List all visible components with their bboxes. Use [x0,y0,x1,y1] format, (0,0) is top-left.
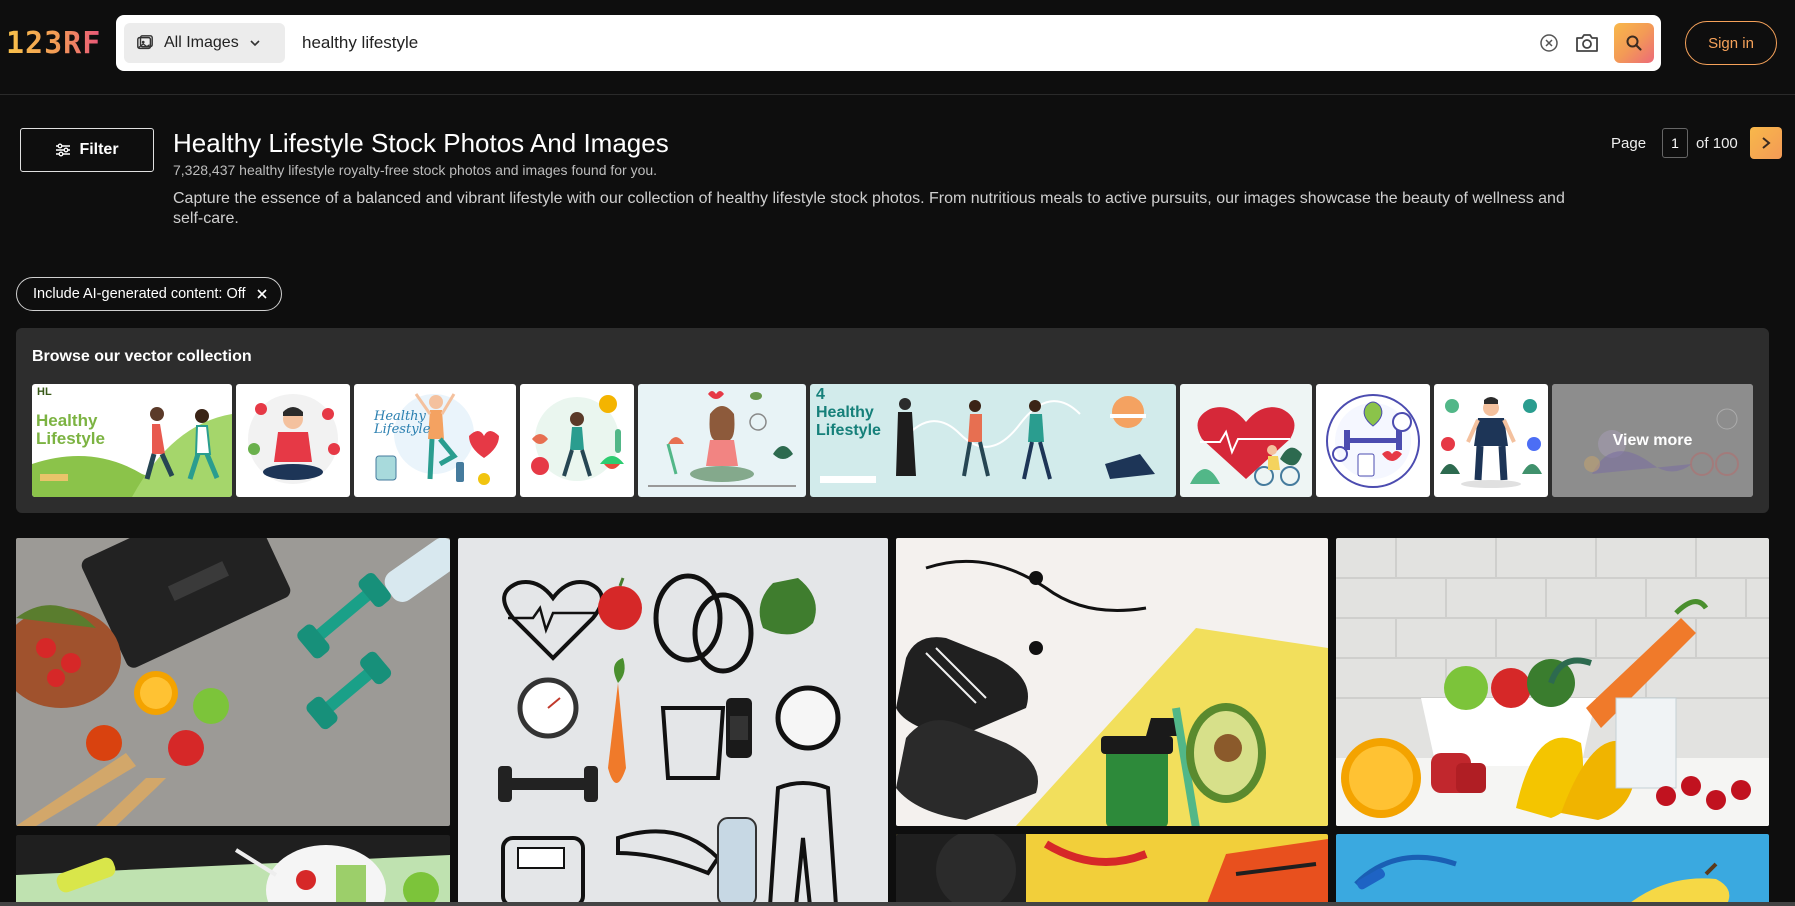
page-title: Healthy Lifestyle Stock Photos And Image… [173,128,669,158]
thumbnail-title: Healthy Lifestyle [816,404,881,439]
photo-scale-dumbbells-fruits [16,538,450,826]
result-count: 7,328,437 healthy lifestyle royalty-free… [173,162,658,178]
vector-collection-title: Browse our vector collection [32,348,252,365]
view-more-label: View more [1612,431,1693,449]
close-icon[interactable] [256,288,268,300]
meditating-woman-illustration [638,384,806,497]
photo-fitness-flat-lay-line-art [458,538,888,906]
search-input[interactable] [292,25,1622,61]
yoga-woman-illustration [354,384,516,497]
stock-photo[interactable] [1336,834,1769,906]
photo-yoga-mat-sneakers [896,834,1328,906]
vector-thumbnail[interactable]: HL Healthy Lifestyle [32,384,232,497]
thumbnail-caption: Healthy Lifestyle [374,409,431,437]
search-bar: All Images [116,15,1661,71]
thumbnail-logo: HL [37,386,52,398]
search-button[interactable] [1614,23,1654,63]
vector-thumbnail[interactable] [520,384,634,497]
photo-vegetables-dumbbell-milk [1336,538,1769,826]
vector-thumbnail[interactable] [1434,384,1548,497]
vector-thumbnail[interactable] [1180,384,1312,497]
next-page-button[interactable] [1749,127,1782,159]
image-type-label: All Images [164,34,239,51]
page-description: Capture the essence of a balanced and vi… [173,190,1565,227]
page-number-input[interactable] [1662,128,1689,158]
stock-photo[interactable] [458,538,888,906]
view-more-button[interactable]: View more [1552,384,1753,497]
filter-label: Filter [79,141,119,158]
camera-icon[interactable] [1573,29,1601,57]
chevron-right-icon [1762,137,1771,149]
filter-icon [56,143,71,157]
filter-button[interactable]: Filter [20,128,154,172]
chevron-down-icon [250,40,260,47]
ai-content-filter-chip[interactable]: Include AI-generated content: Off [16,277,282,311]
ai-chip-label: Include AI-generated content: Off [33,286,246,302]
image-type-dropdown[interactable]: All Images [124,23,285,63]
vector-thumbnail[interactable] [1316,384,1430,497]
vector-thumbnail[interactable]: Healthy Lifestyle [354,384,516,497]
page-label: Page [1611,134,1647,152]
stock-photo[interactable] [16,538,450,826]
thumbnail-caption: 4 Healthy Lifestyle [816,386,906,440]
stock-photo[interactable] [896,834,1328,906]
stock-photo[interactable] [1336,538,1769,826]
search-icon [1626,35,1642,51]
clear-icon[interactable] [1537,31,1561,55]
vector-thumbnail[interactable] [638,384,806,497]
stock-photo[interactable] [896,538,1328,826]
sign-in-button[interactable]: Sign in [1685,21,1777,65]
photo-salad-bowl-dumbbells [16,835,450,906]
heart-cyclist-illustration [1180,384,1312,497]
photo-jump-rope-banana [1336,834,1769,906]
fitness-icons-circle-illustration [1316,384,1430,497]
photo-sneakers-avocado-coffee [896,538,1328,826]
meditation-man-illustration [236,384,350,497]
thumbnail-number: 4 [816,386,825,403]
horizontal-scrollbar[interactable] [0,902,1795,906]
logo[interactable]: 123RF [6,26,101,61]
fitness-girl-fruits-illustration [520,384,634,497]
stock-photo[interactable] [16,835,450,906]
page-total: of 100 [1696,134,1738,152]
top-header: 123RF All Images healthy lifestyle Sign … [0,0,1795,95]
thumbnail-caption: Healthy Lifestyle [36,411,105,448]
vector-collection-panel: Browse our vector collection HL Healthy … [16,328,1769,513]
vector-thumbnail[interactable] [236,384,350,497]
fit-man-icons-illustration [1434,384,1548,497]
vector-thumbnail[interactable]: 4 Healthy Lifestyle [810,384,1176,497]
image-icon [137,35,153,50]
pagination: Page of 100 [1611,127,1782,159]
